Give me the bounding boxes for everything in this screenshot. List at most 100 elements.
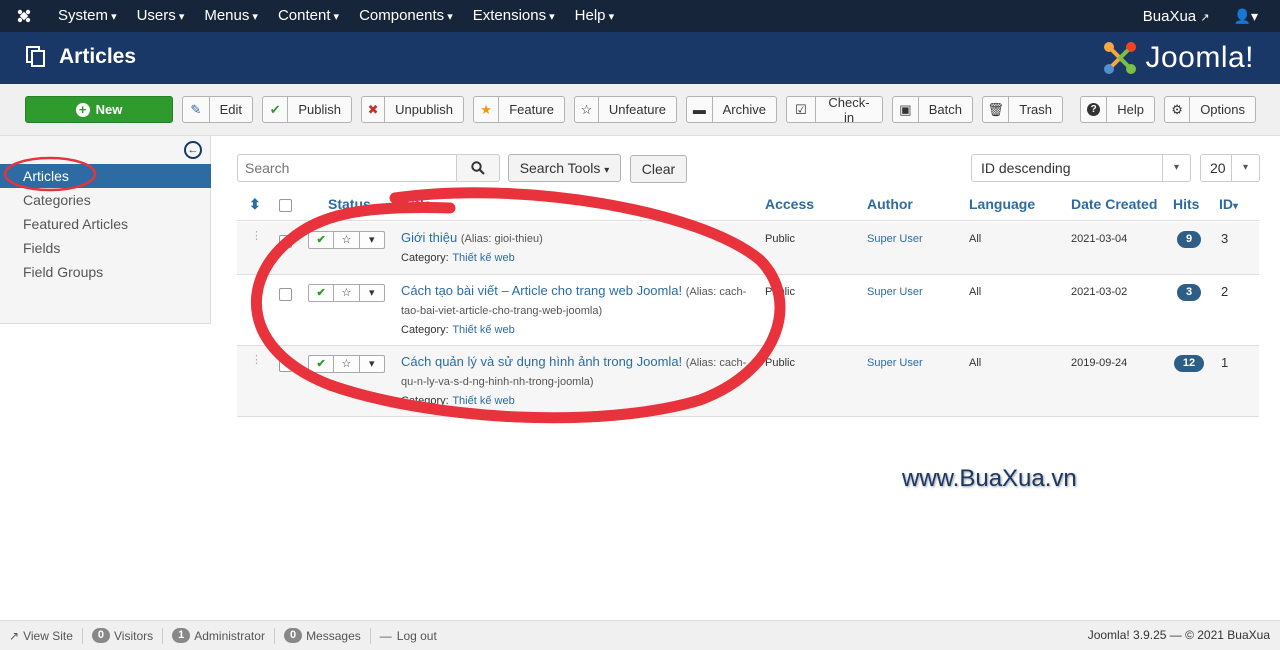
row-checkbox[interactable] xyxy=(279,288,292,301)
category-link[interactable]: Thiết kế web xyxy=(452,252,514,264)
search-icon xyxy=(471,161,485,175)
archive-button[interactable]: ▬ Archive xyxy=(686,96,777,123)
edit-button[interactable]: ✎ Edit xyxy=(182,96,253,123)
article-title-link[interactable]: Giới thiệu xyxy=(401,230,457,245)
trash-button[interactable]: 🗑 Trash xyxy=(982,96,1063,123)
sidebar-item-categories[interactable]: Categories xyxy=(0,188,211,212)
clear-button[interactable]: Clear xyxy=(630,155,687,183)
actions-dropdown-icon[interactable]: ▾ xyxy=(360,285,384,301)
logout-link[interactable]: — Log out xyxy=(371,628,446,644)
unpublish-icon: ✖ xyxy=(362,97,386,122)
row-checkbox[interactable] xyxy=(279,235,292,248)
help-button[interactable]: ? Help xyxy=(1080,96,1155,123)
limit-select[interactable]: 20 ▾ xyxy=(1200,154,1260,182)
administrator-link[interactable]: 1 Administrator xyxy=(163,627,275,644)
menu-components[interactable]: Components xyxy=(349,0,463,32)
visitors-link[interactable]: 0 Visitors xyxy=(83,627,164,644)
featured-star-icon[interactable]: ☆ xyxy=(334,285,360,301)
sort-select[interactable]: ID descending ▾ xyxy=(971,154,1191,182)
search-input[interactable] xyxy=(237,154,457,182)
joomla-logo-icon[interactable] xyxy=(0,0,48,32)
status-buttons: ✔ ☆ ▾ xyxy=(308,284,385,302)
header-access[interactable]: Access xyxy=(765,196,814,212)
header-title[interactable]: Title xyxy=(403,196,432,212)
publish-button[interactable]: ✔ Publish xyxy=(262,96,352,123)
header-status[interactable]: Status xyxy=(328,196,371,212)
archive-button-label: Archive xyxy=(722,102,766,117)
header-date-created[interactable]: Date Created xyxy=(1071,196,1157,212)
options-button[interactable]: ⚙ Options xyxy=(1164,96,1256,123)
select-all-checkbox[interactable] xyxy=(279,199,292,212)
menu-users[interactable]: Users xyxy=(127,0,195,32)
sidebar-item-featured-articles[interactable]: Featured Articles xyxy=(0,212,211,236)
site-link[interactable]: BuaXua ↗ xyxy=(1129,8,1224,25)
id-cell: 1 xyxy=(1221,355,1229,370)
gear-icon: ⚙ xyxy=(1165,97,1191,122)
unfeature-button-label: Unfeature xyxy=(608,102,666,117)
batch-button[interactable]: ▣ Batch xyxy=(892,96,973,123)
batch-button-label: Batch xyxy=(928,102,962,117)
view-site-link[interactable]: ↗ View Site xyxy=(0,627,83,644)
menu-system[interactable]: System xyxy=(48,0,127,32)
featured-star-icon[interactable]: ☆ xyxy=(334,356,360,372)
table-header: ⬍ Status Title Access Author Language Da… xyxy=(237,186,1259,221)
row-checkbox[interactable] xyxy=(279,359,292,372)
menu-help[interactable]: Help xyxy=(565,0,624,32)
published-check-icon[interactable]: ✔ xyxy=(309,285,335,301)
header-id-label: ID xyxy=(1219,196,1233,212)
published-check-icon[interactable]: ✔ xyxy=(309,232,335,248)
collapse-sidebar-icon[interactable]: ← xyxy=(184,141,202,159)
search-tools-label: Search Tools xyxy=(519,160,601,176)
search-button[interactable] xyxy=(456,154,500,182)
top-navbar: System Users Menus Content Components Ex… xyxy=(0,0,1280,32)
feature-button[interactable]: ★ Feature xyxy=(473,96,565,123)
sidebar-item-fields[interactable]: Fields xyxy=(0,236,211,260)
search-tools-button[interactable]: Search Tools ▾ xyxy=(508,154,621,182)
header-id[interactable]: ID▾ xyxy=(1219,196,1238,212)
actions-dropdown-icon[interactable]: ▾ xyxy=(360,356,384,372)
hits-badge: 12 xyxy=(1174,355,1204,372)
author-link[interactable]: Super User xyxy=(867,233,923,245)
drag-handle-icon[interactable]: ⋮ xyxy=(251,231,262,242)
header-hits[interactable]: Hits xyxy=(1173,196,1199,212)
category-link[interactable]: Thiết kế web xyxy=(452,395,514,407)
menu-menus[interactable]: Menus xyxy=(194,0,268,32)
administrator-badge: 1 xyxy=(172,628,191,643)
menu-extensions[interactable]: Extensions xyxy=(463,0,565,32)
author-link[interactable]: Super User xyxy=(867,357,923,369)
sidebar-item-articles[interactable]: Articles xyxy=(0,164,211,188)
checkin-button[interactable]: ☑ Check-in xyxy=(786,94,883,125)
user-menu-icon[interactable]: 👤▾ xyxy=(1224,8,1280,25)
hits-badge: 3 xyxy=(1177,284,1201,301)
unpublish-button[interactable]: ✖ Unpublish xyxy=(361,96,464,123)
star-filled-icon: ★ xyxy=(474,97,500,122)
ordering-sort-icon[interactable]: ⬍ xyxy=(249,196,261,213)
article-title-cell: Giới thiệu (Alias: gioi-thieu) Category:… xyxy=(401,229,751,267)
hits-badge: 9 xyxy=(1177,231,1201,248)
messages-link[interactable]: 0 Messages xyxy=(275,627,371,644)
article-title-link[interactable]: Cách tạo bài viết – Article cho trang we… xyxy=(401,283,682,298)
header-language[interactable]: Language xyxy=(969,196,1035,212)
id-cell: 3 xyxy=(1221,231,1229,246)
published-check-icon[interactable]: ✔ xyxy=(309,356,335,372)
toolbar: + New ✎ Edit ✔ Publish ✖ Unpublish ★ Feature … xyxy=(0,84,1280,136)
minus-icon: — xyxy=(379,628,392,643)
checkin-button-label: Check-in xyxy=(828,94,870,125)
help-button-label: Help xyxy=(1117,102,1144,117)
status-buttons: ✔ ☆ ▾ xyxy=(308,355,385,373)
page-header: Articles Joomla! xyxy=(0,32,1280,84)
article-title-cell: Cách quản lý và sử dụng hình ảnh trong J… xyxy=(401,353,751,410)
new-button[interactable]: + New xyxy=(25,96,173,123)
featured-star-icon[interactable]: ☆ xyxy=(334,232,360,248)
sidebar-item-field-groups[interactable]: Field Groups xyxy=(0,260,211,284)
menu-content[interactable]: Content xyxy=(268,0,349,32)
language-cell: All xyxy=(969,286,982,298)
header-author[interactable]: Author xyxy=(867,196,913,212)
actions-dropdown-icon[interactable]: ▾ xyxy=(360,232,384,248)
drag-handle-icon[interactable]: ⋮ xyxy=(251,355,262,366)
category-link[interactable]: Thiết kế web xyxy=(452,324,514,336)
article-title-link[interactable]: Cách quản lý và sử dụng hình ảnh trong J… xyxy=(401,354,682,369)
batch-icon: ▣ xyxy=(893,97,919,122)
author-link[interactable]: Super User xyxy=(867,286,923,298)
unfeature-button[interactable]: ☆ Unfeature xyxy=(574,96,677,123)
